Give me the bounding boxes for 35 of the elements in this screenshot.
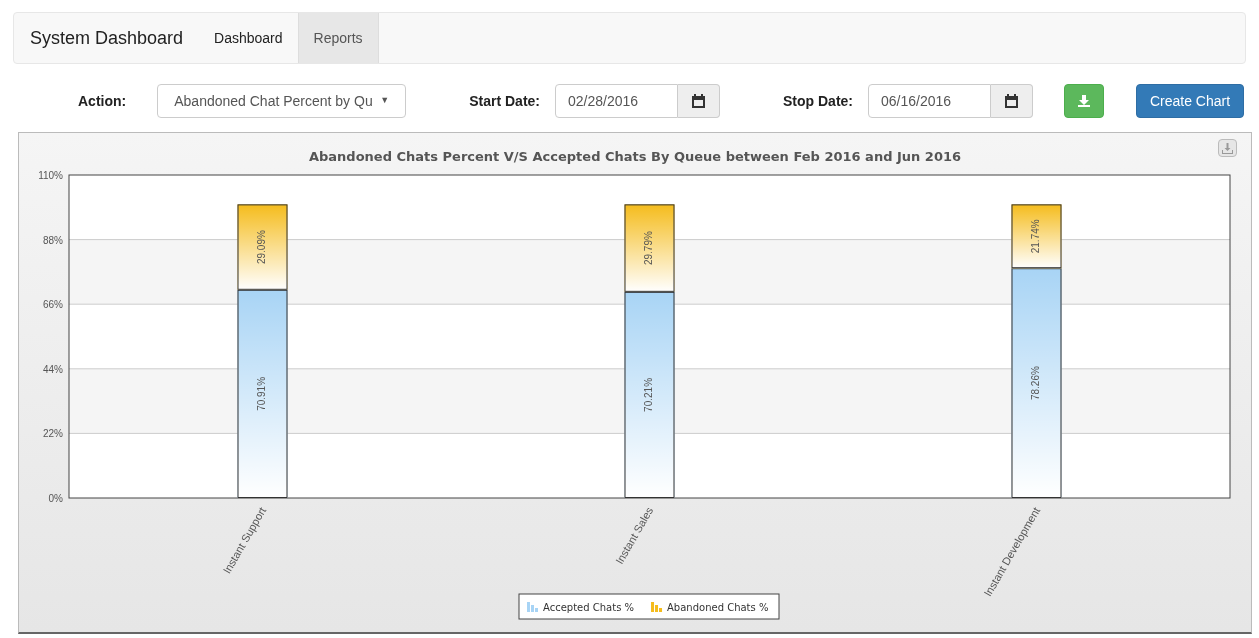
- nav-tab[interactable]: Dashboard: [199, 13, 298, 63]
- calendar-button[interactable]: [991, 84, 1033, 118]
- caret-icon: ▼: [380, 94, 390, 108]
- y-axis-label: 22%: [43, 428, 63, 440]
- chart-title: Abandoned Chats Percent V/S Accepted Chats By Queue between Feb 2016 and Jun 2016: [308, 149, 962, 164]
- data-label: 29.09%: [256, 230, 268, 265]
- nav-tab[interactable]: Reports: [297, 13, 379, 63]
- legend-label[interactable]: Accepted Chats %: [543, 602, 635, 613]
- data-label: 70.91%: [256, 376, 268, 411]
- action-select[interactable]: Abandoned Chat Percent by Qu ▼: [157, 84, 407, 118]
- calendar-button[interactable]: [678, 84, 720, 118]
- calendar-icon: [1004, 93, 1019, 109]
- stop-date-field[interactable]: 06/16/2016: [868, 84, 991, 118]
- download-icon: [1222, 142, 1233, 154]
- stop-date-label: Stop Date:: [783, 91, 853, 111]
- start-date-label: Start Date:: [469, 91, 540, 111]
- start-date-field[interactable]: 02/28/2016: [555, 84, 678, 118]
- y-axis-label: 110%: [38, 170, 63, 181]
- data-label: 21.74%: [1030, 219, 1042, 254]
- y-axis-label: 0%: [48, 493, 63, 504]
- calendar-icon: [691, 93, 706, 109]
- data-label: 29.79%: [643, 231, 655, 266]
- action-label: Action:: [78, 91, 127, 111]
- data-label: 70.21%: [643, 377, 655, 412]
- y-axis-label: 88%: [43, 234, 63, 246]
- y-axis-label: 44%: [43, 363, 63, 375]
- create-chart-button[interactable]: Create Chart: [1136, 84, 1244, 118]
- data-label: 78.26%: [1030, 366, 1042, 401]
- brand-title[interactable]: System Dashboard: [14, 13, 200, 63]
- download-button[interactable]: [1064, 84, 1104, 118]
- download-icon: [1078, 95, 1090, 107]
- bar-chart-icon: [527, 602, 538, 612]
- y-axis-label: 66%: [43, 299, 63, 311]
- legend-label[interactable]: Abandoned Chats %: [667, 602, 769, 613]
- bar-chart-icon: [651, 602, 663, 612]
